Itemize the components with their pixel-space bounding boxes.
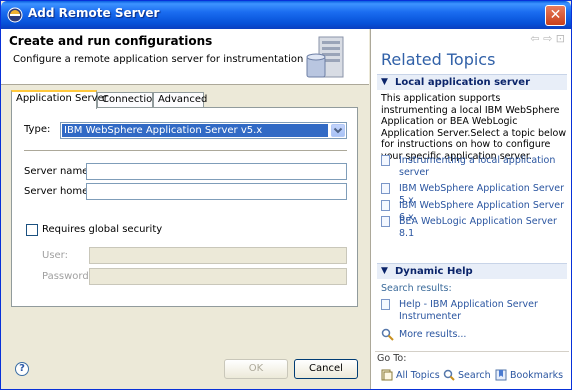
type-select-value: IBM WebSphere Application Server v5.x: [62, 124, 328, 137]
tab-label: Application Server: [16, 93, 108, 104]
document-icon: [381, 200, 390, 211]
link-text: More results...: [399, 329, 467, 340]
document-icon: [381, 183, 390, 194]
server-home-label: Server home:: [24, 186, 92, 197]
help-title: Related Topics: [381, 50, 496, 69]
user-label: User:: [42, 250, 68, 261]
go-to-label: Go To:: [377, 353, 407, 364]
help-pane: ⇦ ⇨ ⊡ Related Topics ▼ Local application…: [370, 29, 571, 389]
cancel-button[interactable]: Cancel: [294, 359, 358, 379]
divider: [24, 150, 347, 151]
search-results-label: Search results:: [381, 283, 452, 294]
tab-advanced[interactable]: Advanced: [153, 92, 208, 108]
dialog-banner: Create and run configurations Configure …: [1, 29, 369, 85]
help-icon[interactable]: ?: [15, 362, 29, 376]
local-server-description: This application supports instrumenting …: [381, 93, 567, 162]
close-icon: ✕: [549, 7, 562, 23]
dropdown-button[interactable]: [331, 124, 345, 137]
link-text: Instrumenting a local application server: [399, 155, 556, 178]
dynamic-help-section-header[interactable]: ▼ Dynamic Help: [377, 263, 567, 279]
application-server-panel: Type: IBM WebSphere Application Server v…: [11, 107, 358, 307]
password-field[interactable]: [89, 268, 347, 285]
user-field[interactable]: [89, 247, 347, 264]
type-select[interactable]: IBM WebSphere Application Server v5.x: [60, 122, 347, 139]
help-link-local-server[interactable]: Instrumenting a local application server: [381, 155, 569, 178]
password-label: Password:: [42, 271, 93, 282]
search-results-icon: [381, 328, 394, 341]
eclipse-icon: [7, 7, 23, 23]
local-server-section-header[interactable]: ▼ Local application server: [377, 74, 567, 90]
banner-description: Configure a remote application server fo…: [13, 54, 304, 65]
help-link-weblogic[interactable]: BEA WebLogic Application Server 8.1: [381, 216, 569, 239]
link-text: BEA WebLogic Application Server 8.1: [399, 216, 557, 239]
dialog-content: Create and run configurations Configure …: [1, 29, 369, 389]
banner-title: Create and run configurations: [9, 34, 213, 48]
search-link[interactable]: Search: [458, 370, 491, 381]
server-stack-icon: [306, 36, 344, 78]
server-name-label: Server name:: [24, 166, 92, 177]
home-icon[interactable]: ⊡: [556, 32, 565, 45]
link-text: Help - IBM Application Server Instrument…: [399, 299, 538, 322]
forward-arrow-icon[interactable]: ⇨: [543, 32, 552, 45]
collapse-triangle-icon: ▼: [381, 266, 388, 276]
bookmarks-icon: [495, 369, 507, 381]
help-link-search-result[interactable]: Help - IBM Application Server Instrument…: [381, 299, 569, 322]
close-button[interactable]: ✕: [545, 5, 566, 26]
search-icon: [443, 369, 455, 381]
all-topics-link[interactable]: All Topics: [396, 370, 440, 381]
document-icon: [381, 299, 390, 310]
add-remote-server-dialog: Add Remote Server ✕ Create and run confi…: [0, 0, 572, 390]
back-arrow-icon[interactable]: ⇦: [530, 32, 539, 45]
title-bar[interactable]: Add Remote Server ✕: [1, 1, 571, 29]
chevron-down-icon: [333, 127, 343, 134]
global-security-checkbox[interactable]: [26, 224, 38, 236]
help-navigation: ⇦ ⇨ ⊡: [530, 32, 565, 45]
server-name-field[interactable]: [86, 163, 347, 180]
collapse-triangle-icon: ▼: [381, 77, 388, 87]
section-title: Local application server: [395, 77, 530, 88]
divider: [375, 351, 569, 352]
bookmarks-link[interactable]: Bookmarks: [510, 370, 563, 381]
document-icon: [381, 216, 390, 227]
global-security-label: Requires global security: [42, 224, 163, 235]
server-home-field[interactable]: [86, 183, 347, 200]
document-icon: [381, 155, 390, 166]
tab-label: Connection: [102, 94, 159, 105]
all-topics-icon: [381, 369, 393, 381]
type-label: Type:: [24, 124, 51, 135]
tab-label: Advanced: [158, 94, 208, 105]
ok-button[interactable]: OK: [224, 359, 288, 379]
section-title: Dynamic Help: [395, 266, 473, 277]
window-title: Add Remote Server: [28, 6, 160, 20]
more-results-link[interactable]: More results...: [381, 328, 569, 341]
tab-application-server[interactable]: Application Server: [11, 90, 108, 109]
